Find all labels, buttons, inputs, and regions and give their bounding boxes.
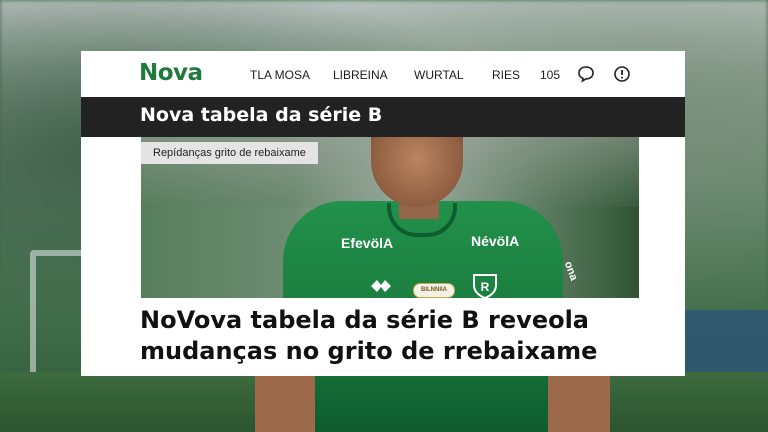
shirt-badge: BILNNIIA [413, 283, 455, 298]
nav-item-1[interactable]: TLA MOSA [250, 68, 310, 82]
news-card: Nova TLA MOSA LIBREINA WURTAL RIES 105 N… [81, 51, 685, 376]
nav-item-5[interactable]: 105 [540, 68, 560, 82]
svg-text:R: R [481, 280, 490, 294]
section-title: Nova tabela da série B [140, 104, 383, 126]
club-crest-icon: R [473, 274, 497, 298]
category-tag[interactable]: Repídanças grito de rebaixame [141, 142, 318, 164]
top-navbar: Nova TLA MOSA LIBREINA WURTAL RIES 105 [81, 51, 685, 97]
section-title-bar: Nova tabela da série B [81, 97, 685, 137]
headline-line-2: mudanças no grito de rrebaixame [140, 337, 598, 365]
nav-item-2[interactable]: LIBREINA [333, 68, 388, 82]
headline-line-1: NoVova tabela da série B reveola [140, 306, 590, 334]
alert-icon[interactable] [613, 65, 631, 83]
sponsor-left: EfevölA [341, 235, 394, 251]
site-logo[interactable]: Nova [139, 60, 203, 86]
sponsor-right: NévölA [471, 233, 520, 249]
chat-icon[interactable] [577, 65, 595, 83]
article-headline[interactable]: NoVova tabela da série B reveola mudança… [140, 305, 680, 367]
sleeve-text: ona [561, 259, 580, 283]
brand-logo-icon [371, 280, 391, 292]
nav-item-4[interactable]: RIES [492, 68, 520, 82]
background-ad-board [678, 310, 768, 380]
nav-item-3[interactable]: WURTAL [414, 68, 464, 82]
